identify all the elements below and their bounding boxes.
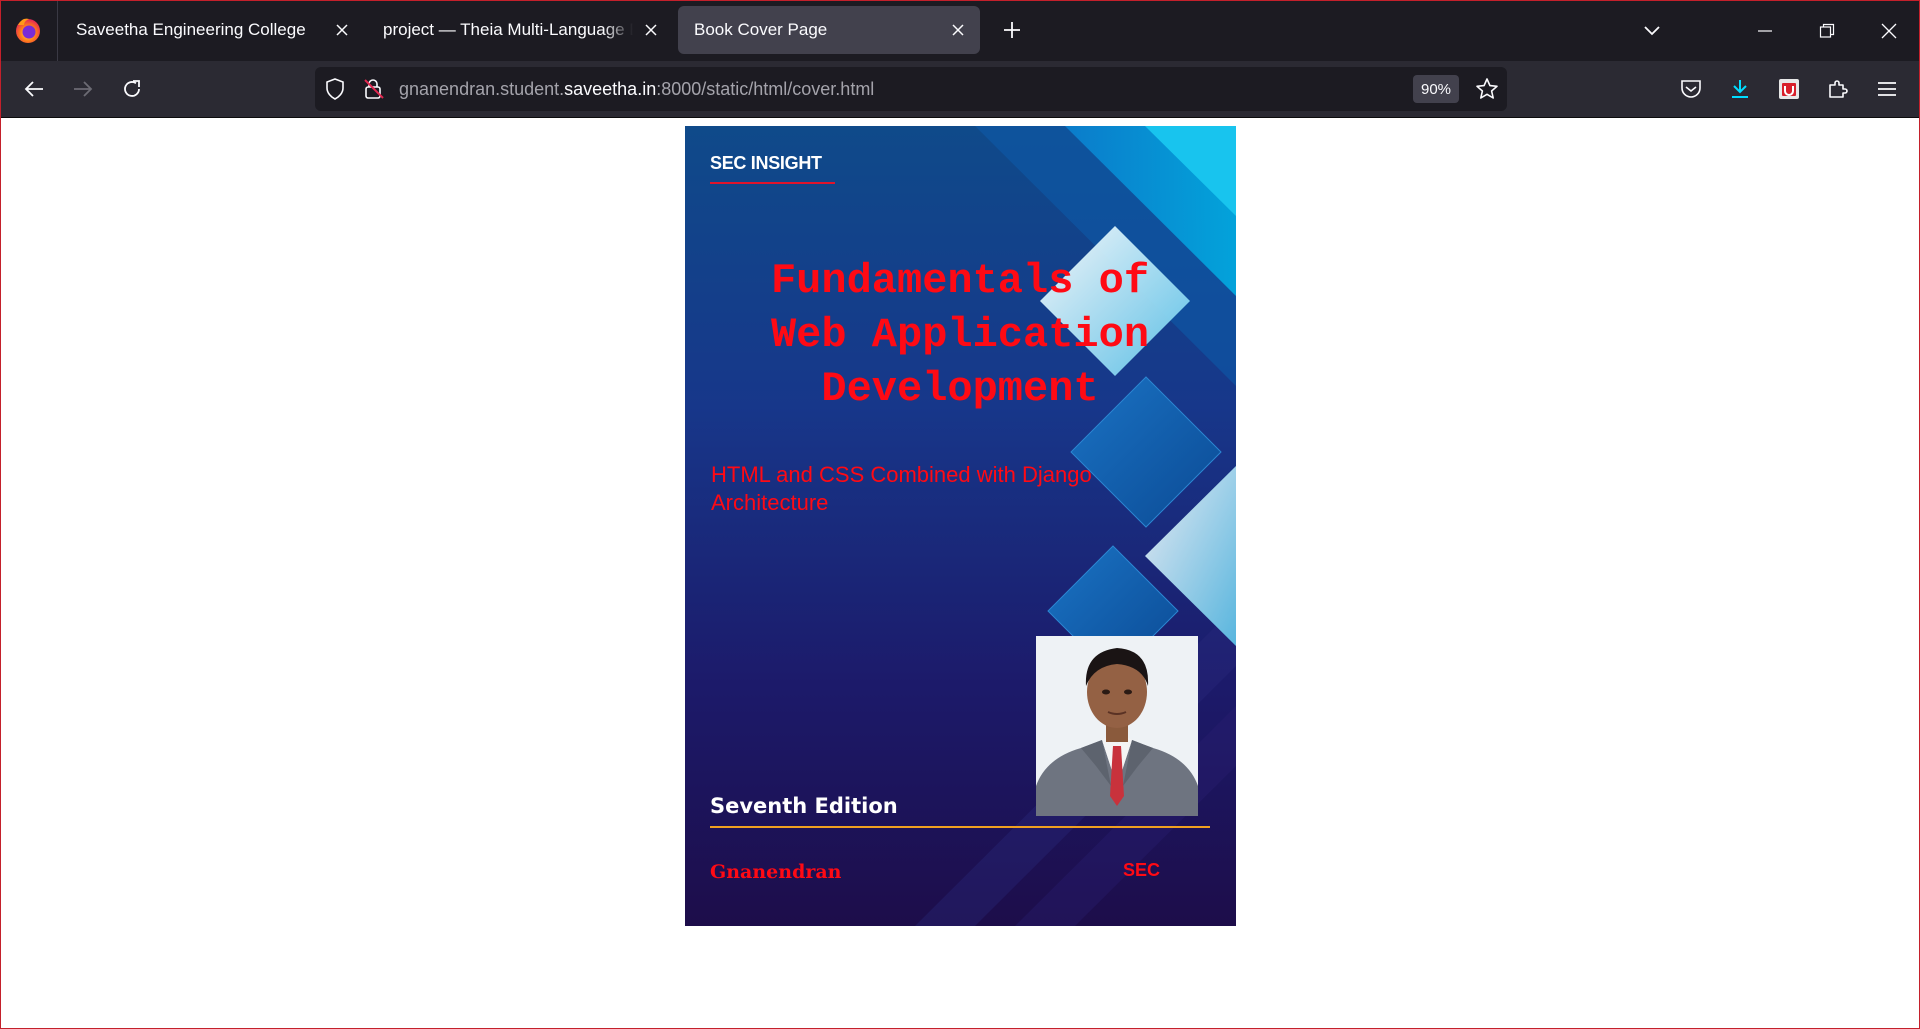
firefox-logo-icon[interactable]: [13, 15, 43, 45]
book-cover: SEC INSIGHT Fundamentals of Web Applicat…: [685, 126, 1236, 926]
download-icon[interactable]: [1723, 72, 1757, 106]
zoom-level-badge[interactable]: 90%: [1413, 75, 1459, 103]
author-portrait: [1036, 636, 1198, 816]
minimize-icon[interactable]: [1747, 13, 1783, 49]
insecure-lock-icon[interactable]: [363, 78, 385, 105]
title-line: Web Application: [770, 311, 1150, 359]
pocket-icon[interactable]: [1674, 72, 1708, 106]
chevron-down-icon[interactable]: [1634, 13, 1670, 49]
tab-title: Saveetha Engineering College: [76, 20, 306, 39]
url-prefix: gnanendran.student.: [399, 79, 565, 99]
brand-underline: [710, 182, 835, 184]
tab-saveetha[interactable]: Saveetha Engineering College: [60, 6, 359, 54]
arrow-left-icon[interactable]: [17, 72, 51, 106]
book-subtitle: HTML and CSS Combined with Django Archit…: [711, 461, 1111, 517]
edition-label: Seventh Edition: [710, 794, 898, 818]
arrow-right-icon[interactable]: [66, 72, 100, 106]
cover-brand: SEC INSIGHT: [710, 153, 822, 173]
plus-icon[interactable]: [997, 15, 1027, 45]
book-title: Fundamentals of Web Application Developm…: [725, 254, 1195, 416]
puzzle-piece-icon[interactable]: [1821, 72, 1855, 106]
close-icon[interactable]: [639, 18, 663, 42]
url-suffix: :8000/static/html/cover.html: [656, 79, 875, 99]
publisher-name: SEC: [1123, 860, 1161, 880]
hamburger-menu-icon[interactable]: [1870, 72, 1904, 106]
url-text[interactable]: gnanendran.student.saveetha.in:8000/stat…: [399, 79, 874, 100]
tracking-protection-shield-icon[interactable]: [325, 78, 345, 105]
tab-book-cover[interactable]: Book Cover Page: [678, 6, 980, 54]
subtitle-line: HTML and CSS Combined with Django: [711, 462, 1092, 487]
tab-title: Book Cover Page: [694, 20, 828, 39]
close-icon[interactable]: [1871, 13, 1907, 49]
title-line: Fundamentals of: [770, 257, 1150, 305]
edition-rule: [710, 826, 1210, 828]
tab-separator: [57, 1, 58, 61]
close-icon[interactable]: [330, 18, 354, 42]
extension-badge-icon[interactable]: [1772, 72, 1806, 106]
tab-title: project — Theia Multi-Language Example: [383, 20, 633, 40]
subtitle-line: Architecture: [711, 490, 829, 515]
close-icon[interactable]: [946, 18, 970, 42]
reload-icon[interactable]: [115, 72, 149, 106]
navigation-toolbar: gnanendran.student.saveetha.in:8000/stat…: [1, 61, 1919, 118]
page-content: SEC INSIGHT Fundamentals of Web Applicat…: [1, 118, 1919, 1028]
browser-window: Saveetha Engineering College project — T…: [0, 0, 1920, 1029]
star-icon[interactable]: [1475, 77, 1499, 106]
url-domain: saveetha.in: [564, 79, 657, 99]
title-line: Development: [821, 365, 1099, 413]
url-bar[interactable]: gnanendran.student.saveetha.in:8000/stat…: [315, 67, 1507, 111]
tab-theia-project[interactable]: project — Theia Multi-Language Example: [367, 6, 663, 54]
author-name: Gnanendran: [710, 861, 842, 883]
restore-icon[interactable]: [1809, 13, 1845, 49]
tab-strip: Saveetha Engineering College project — T…: [1, 1, 1919, 61]
